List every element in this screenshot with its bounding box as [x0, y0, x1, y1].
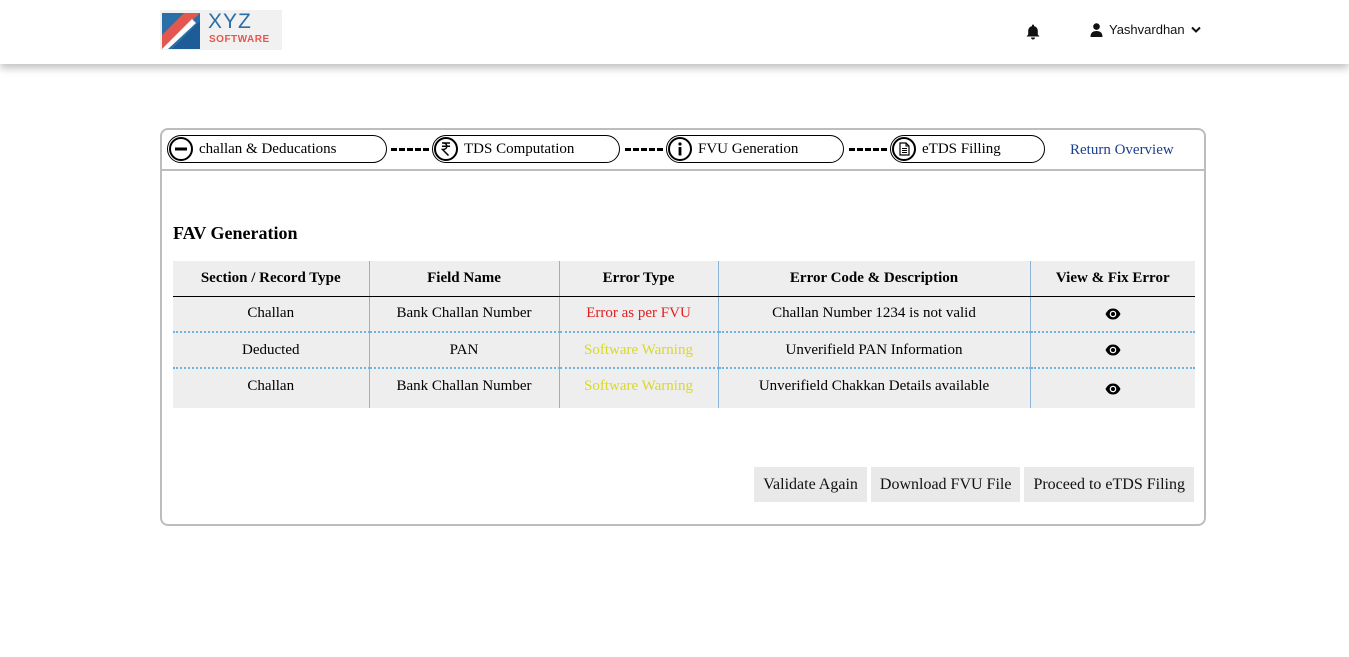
section-title: FAV Generation: [173, 223, 298, 243]
company-logo[interactable]: XYZ SOFTWARE: [160, 10, 282, 50]
fvu-card: challan & Deducations TDS Computation FV…: [160, 128, 1206, 526]
error-type-cell: Error as per FVU: [559, 296, 719, 333]
bell-icon[interactable]: [1024, 23, 1042, 41]
description-cell: Unverifield Chakkan Details available: [718, 368, 1031, 408]
step-label: FVU Generation: [698, 140, 799, 157]
section-cell: Challan: [173, 368, 370, 408]
field-name-cell: Bank Challan Number: [369, 368, 560, 408]
step-connector: [391, 148, 429, 151]
logo-mark-icon: [162, 13, 200, 49]
field-name-cell: Bank Challan Number: [369, 296, 560, 333]
proceed-etds-button[interactable]: Proceed to eTDS Filing: [1024, 467, 1194, 502]
progress-steps: challan & Deducations TDS Computation FV…: [162, 130, 1204, 171]
column-header: Field Name: [369, 261, 560, 297]
error-type-cell: Software Warning: [559, 368, 719, 408]
column-header: Error Code & Description: [718, 261, 1031, 297]
document-icon: [892, 137, 916, 161]
step-connector: [849, 148, 887, 151]
info-icon: [668, 137, 692, 161]
validate-again-button[interactable]: Validate Again: [754, 467, 867, 502]
logo-text: XYZ: [208, 10, 252, 33]
table-row: Deducted PAN Software Warning Unverifiel…: [173, 332, 1195, 369]
return-overview-link[interactable]: Return Overview: [1070, 142, 1174, 159]
chevron-down-icon: [1190, 26, 1201, 33]
error-type-cell: Software Warning: [559, 332, 719, 369]
top-header: XYZ SOFTWARE Yashvardhan: [0, 0, 1349, 64]
eye-icon[interactable]: [1105, 308, 1121, 320]
rupee-icon: [434, 137, 458, 161]
user-name: Yashvardhan: [1109, 22, 1185, 37]
step-label: eTDS Filling: [922, 140, 1001, 157]
view-fix-cell: [1030, 368, 1195, 408]
step-label: TDS Computation: [464, 140, 575, 157]
fvu-error-table: Section / Record Type Field Name Error T…: [173, 261, 1195, 408]
eye-icon[interactable]: [1105, 344, 1121, 356]
column-header: Section / Record Type: [173, 261, 370, 297]
table-row: Challan Bank Challan Number Software War…: [173, 368, 1195, 408]
view-fix-cell: [1030, 332, 1195, 369]
minus-circle-icon: [169, 137, 193, 161]
step-connector: [625, 148, 663, 151]
view-fix-cell: [1030, 296, 1195, 333]
logo-subtext: SOFTWARE: [209, 34, 270, 45]
description-cell: Challan Number 1234 is not valid: [718, 296, 1031, 333]
description-cell: Unverifield PAN Information: [718, 332, 1031, 369]
step-challan-deductions[interactable]: challan & Deducations: [167, 135, 387, 163]
column-header: View & Fix Error: [1030, 261, 1195, 297]
column-header: Error Type: [559, 261, 719, 297]
table-header-row: Section / Record Type Field Name Error T…: [173, 261, 1195, 297]
section-cell: Deducted: [173, 332, 370, 369]
action-buttons: Validate Again Download FVU File Proceed…: [754, 467, 1194, 502]
step-label: challan & Deducations: [199, 140, 337, 157]
field-name-cell: PAN: [369, 332, 560, 369]
eye-icon[interactable]: [1105, 383, 1121, 395]
section-cell: Challan: [173, 296, 370, 333]
step-etds-filing[interactable]: eTDS Filling: [890, 135, 1045, 163]
step-fvu-generation[interactable]: FVU Generation: [666, 135, 844, 163]
user-menu[interactable]: Yashvardhan: [1090, 22, 1201, 37]
step-tds-computation[interactable]: TDS Computation: [432, 135, 620, 163]
table-row: Challan Bank Challan Number Error as per…: [173, 296, 1195, 333]
user-icon: [1090, 22, 1103, 37]
download-fvu-button[interactable]: Download FVU File: [870, 467, 1021, 502]
